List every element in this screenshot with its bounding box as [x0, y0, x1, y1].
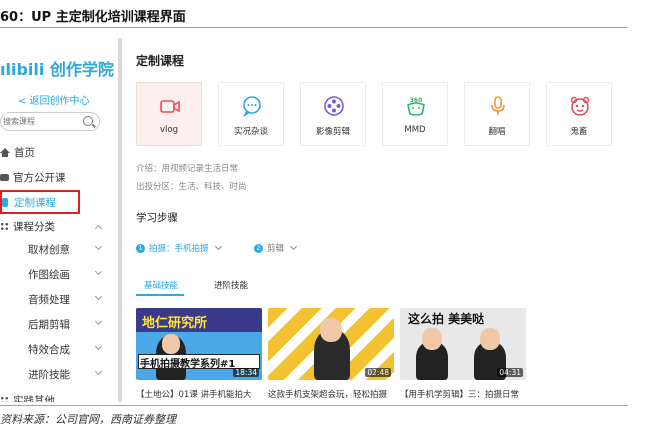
thumbnail-face	[480, 328, 500, 350]
sidebar-item-categories[interactable]: 课程分类	[0, 216, 55, 236]
video-title[interactable]: 【土地公】01课 讲手机能拍大	[136, 388, 262, 400]
video-card-3[interactable]: 这么拍 美美哒 04:31	[400, 308, 526, 380]
step-label: 拍摄：手机拍摄	[149, 244, 209, 254]
step-number: 2	[254, 243, 263, 253]
video-camera-icon	[160, 100, 180, 113]
course-zones: 出投分区：生活、科技、时尚	[136, 182, 247, 192]
mascot-face-icon	[570, 96, 590, 116]
search-input[interactable]	[3, 115, 79, 128]
chevron-down-icon[interactable]	[94, 317, 103, 326]
sidebar-item-label: 课程分类	[13, 220, 55, 233]
sidebar-item-label: 首页	[14, 146, 35, 159]
video-card-1[interactable]: 地仁研究所 手机拍摄教学系列#1 18:34	[136, 308, 262, 380]
tab-advanced-skills[interactable]: 进阶技能	[214, 279, 248, 291]
tile-label: MMD	[404, 125, 426, 135]
sidebar: ılibili 创作学院 < 返回创作中心 首页 官方公开课 定制课程 课程分类…	[0, 38, 118, 402]
category-item[interactable]: 后期剪辑	[28, 317, 70, 332]
sidebar-item-home[interactable]: 首页	[0, 142, 35, 162]
chevron-down-icon[interactable]	[94, 292, 103, 301]
grid-icon	[0, 395, 9, 402]
active-tab-indicator	[136, 294, 184, 296]
microphone-icon	[491, 96, 505, 115]
category-item[interactable]: 取材创意	[28, 242, 70, 257]
main-panel: 定制课程 vlog 实况杂谈 影像剪辑 360 MMD 翻唱 鬼畜 介绍：用视频…	[122, 38, 628, 402]
thumbnail-face	[320, 318, 342, 342]
category-item[interactable]: 进阶技能	[28, 367, 70, 382]
bilibili-logo[interactable]: ılibili 创作学院	[0, 56, 114, 80]
film-reel-icon	[324, 96, 344, 116]
category-tile-video-editing[interactable]: 影像剪辑	[300, 82, 366, 146]
chevron-down-icon	[214, 242, 222, 251]
steps-title: 学习步骤	[136, 212, 178, 224]
grid-icon	[0, 221, 9, 231]
screenshot-area: ılibili 创作学院 < 返回创作中心 首页 官方公开课 定制课程 课程分类…	[0, 38, 628, 402]
video-duration: 18:34	[233, 368, 259, 377]
category-tile-remix[interactable]: 鬼畜	[546, 82, 612, 146]
category-tile-cover-singing[interactable]: 翻唱	[464, 82, 530, 146]
tile-label: vlog	[160, 125, 178, 135]
sidebar-item-label: 官方公开课	[13, 171, 66, 184]
search-box[interactable]	[0, 112, 100, 131]
thumbnail-overlay-text: 地仁研究所	[142, 316, 208, 331]
thumbnail-face	[162, 334, 180, 354]
sidebar-item-public-courses[interactable]: 官方公开课	[0, 167, 66, 187]
back-to-creator-center-link[interactable]: < 返回创作中心	[18, 92, 90, 107]
video-duration: 04:31	[497, 368, 523, 377]
sidebar-item-label: 实践其他	[13, 394, 55, 403]
step-1-dropdown[interactable]: 1 拍摄：手机拍摄	[136, 242, 222, 254]
chevron-down-icon[interactable]	[94, 342, 103, 351]
search-icon[interactable]	[83, 116, 93, 126]
thumbnail-overlay-text: 这么拍 美美哒	[408, 312, 485, 326]
figure-source: 资料来源：公司官网，西南证券整理	[0, 413, 176, 426]
home-icon	[0, 147, 10, 157]
category-item[interactable]: 作图绘画	[28, 267, 70, 282]
video-title[interactable]: 【用手机学剪辑】三：拍摄日常	[400, 388, 532, 400]
highlight-box	[0, 190, 80, 214]
thumbnail-caption: 手机拍摄教学系列#1	[140, 359, 236, 370]
bottom-rule	[0, 405, 628, 406]
category-tile-vlog[interactable]: vlog	[136, 82, 202, 146]
step-2-dropdown[interactable]: 2 剪辑	[254, 242, 298, 254]
video-icon	[0, 173, 9, 181]
chevron-down-icon[interactable]	[94, 242, 103, 251]
category-tile-live-talk[interactable]: 实况杂谈	[218, 82, 284, 146]
video-duration: 02:48	[365, 368, 391, 377]
chevron-down-icon	[289, 242, 298, 251]
course-intro: 介绍：用视频记录生活日常	[136, 164, 239, 174]
figure-title: 60：UP 主定制化培训课程界面	[0, 10, 186, 25]
category-item[interactable]: 音频处理	[28, 292, 70, 307]
top-rule	[0, 27, 628, 28]
category-item[interactable]: 特效合成	[28, 342, 70, 357]
chevron-up-icon[interactable]	[94, 224, 103, 233]
chat-bubble-icon	[243, 96, 261, 117]
thumbnail-face	[422, 328, 442, 350]
video-card-2[interactable]: 02:48	[268, 308, 394, 380]
tile-label: 实况杂谈	[233, 127, 268, 137]
category-tile-mmd[interactable]: 360 MMD	[382, 82, 448, 146]
mmd-360-icon: 360	[407, 97, 425, 116]
tab-basic-skills[interactable]: 基础技能	[144, 279, 178, 291]
page-title: 定制课程	[136, 54, 185, 68]
chevron-down-icon[interactable]	[94, 367, 103, 376]
step-label: 剪辑	[267, 244, 285, 254]
tile-label: 鬼畜	[570, 127, 588, 137]
tile-label: 影像剪辑	[315, 127, 350, 137]
chevron-down-icon[interactable]	[94, 267, 103, 276]
sidebar-item-partial[interactable]: 实践其他	[0, 390, 55, 402]
step-number: 1	[136, 243, 145, 253]
tile-label: 翻唱	[488, 127, 506, 137]
video-title[interactable]: 这款手机支架超会玩，轻松拍摄	[268, 388, 394, 400]
